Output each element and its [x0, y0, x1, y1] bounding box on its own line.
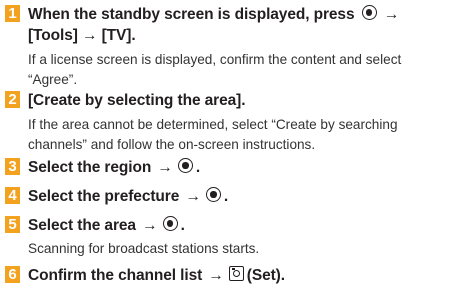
center-button-icon: [162, 216, 178, 231]
step-number: 1: [5, 5, 20, 22]
instruction-page: 1 When the standby screen is displayed, …: [0, 0, 452, 292]
step-description: If the area cannot be determined, select…: [28, 117, 398, 132]
step-number: 3: [5, 158, 20, 175]
step-title: Select the region →.: [28, 158, 201, 176]
center-button-icon: [177, 158, 193, 173]
step-number: 2: [5, 91, 20, 108]
step-number: 4: [5, 187, 20, 204]
step-description: If a license screen is displayed, confir…: [28, 52, 402, 67]
step-title: Confirm the channel list → (Set).: [28, 266, 285, 284]
camera-button-icon: [228, 266, 244, 281]
step-title: When the standby screen is displayed, pr…: [28, 5, 400, 23]
step-title: Select the area →.: [28, 216, 185, 234]
center-button-icon: [205, 187, 221, 202]
step-number: 6: [5, 266, 20, 283]
center-button-icon: [361, 5, 377, 20]
step-title: Select the prefecture →.: [28, 187, 229, 205]
step-title-line2: [Tools] → [TV].: [28, 27, 136, 44]
step-number: 5: [5, 216, 20, 233]
step-description-line2: “Agree”.: [28, 71, 78, 87]
step-description-line2: channels” and follow the on-screen instr…: [28, 136, 316, 152]
step-description: Scanning for broadcast stations starts.: [28, 241, 260, 256]
step-title: [Create by selecting the area].: [28, 92, 246, 109]
